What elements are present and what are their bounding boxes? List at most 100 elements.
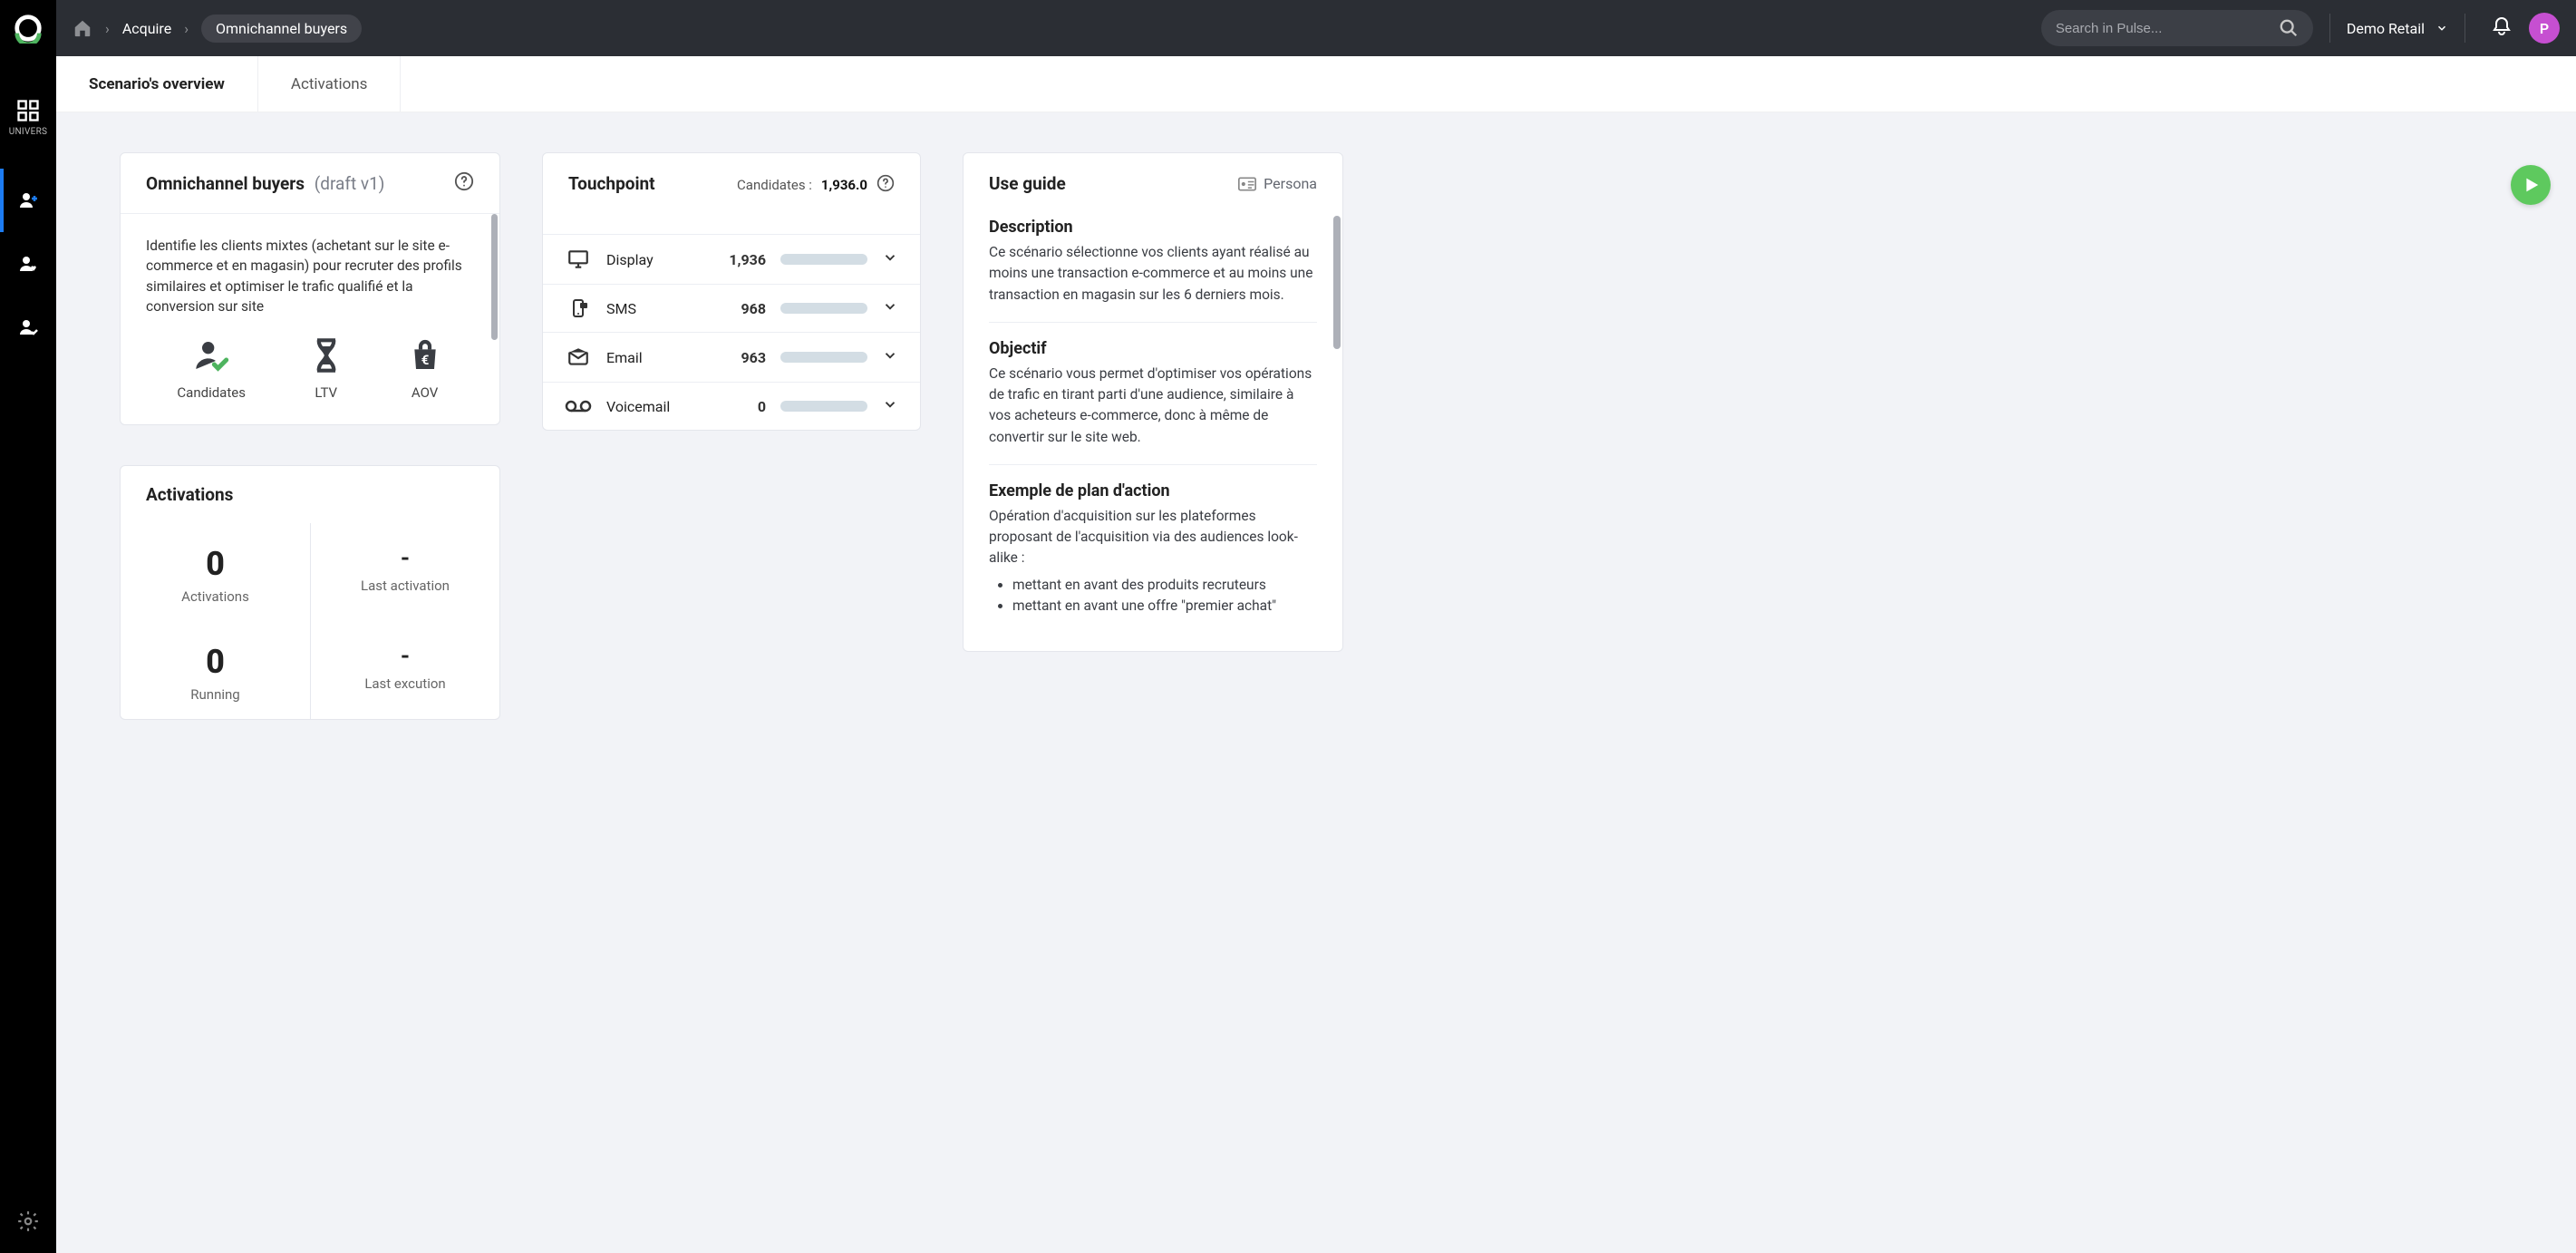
- app-logo: [13, 13, 44, 44]
- list-item: mettant en avant des produits recruteurs: [1012, 575, 1317, 596]
- chevron-down-icon: [882, 347, 898, 367]
- persona-label: Persona: [1264, 175, 1317, 192]
- activations-count: 0: [130, 545, 301, 583]
- touchpoint-name: Display: [606, 251, 697, 268]
- org-name: Demo Retail: [2347, 20, 2425, 37]
- voicemail-icon: [565, 395, 592, 417]
- touchpoint-value: 1,936: [712, 251, 766, 268]
- sidebar-settings[interactable]: [16, 1209, 40, 1237]
- search-icon: [2279, 18, 2299, 38]
- chevron-down-icon: [882, 396, 898, 416]
- chevron-down-icon: [882, 298, 898, 318]
- activations-title: Activations: [146, 484, 233, 505]
- touchpoint-bar: [780, 352, 867, 363]
- last-execution-value: -: [320, 643, 490, 670]
- touchpoint-row-voicemail[interactable]: Voicemail 0: [543, 382, 920, 430]
- section-heading: Objectif: [989, 339, 1317, 358]
- use-guide-section-objectif: Objectif Ce scénario vous permet d'optim…: [989, 339, 1317, 465]
- display-icon: [565, 248, 592, 271]
- touchpoint-card: Touchpoint Candidates : 1,936.0 Display: [542, 152, 921, 431]
- touchpoint-name: Voicemail: [606, 398, 697, 415]
- use-guide-section-description: Description Ce scénario sélectionne vos …: [989, 218, 1317, 323]
- section-heading: Exemple de plan d'action: [989, 481, 1317, 500]
- avatar[interactable]: P: [2529, 13, 2560, 44]
- activations-card: Activations 0 Activations - Last activat…: [120, 465, 500, 720]
- touchpoint-bar: [780, 401, 867, 412]
- last-execution-label: Last excution: [320, 675, 490, 692]
- touchpoint-row-display[interactable]: Display 1,936: [543, 234, 920, 284]
- sidebar-item-add-user[interactable]: [0, 169, 56, 232]
- activations-count-label: Activations: [130, 588, 301, 605]
- scrollbar[interactable]: [490, 214, 499, 424]
- search-input[interactable]: [2056, 21, 2279, 36]
- play-button[interactable]: [2511, 165, 2551, 205]
- search-box[interactable]: [2041, 10, 2313, 46]
- main-content: Omnichannel buyers (draft v1) Identifie …: [56, 112, 2576, 1253]
- touchpoint-name: SMS: [606, 300, 697, 317]
- user-plus-icon: [17, 189, 39, 211]
- touchpoint-bar: [780, 303, 867, 314]
- persona-button[interactable]: Persona: [1238, 175, 1317, 192]
- svg-text:€: €: [421, 352, 429, 368]
- touchpoint-value: 0: [712, 398, 766, 415]
- list-item: mettant en avant une offre "premier acha…: [1012, 596, 1317, 617]
- touchpoint-row-sms[interactable]: SMS 968: [543, 284, 920, 332]
- tab-activations[interactable]: Activations: [258, 56, 402, 112]
- email-icon: [565, 345, 592, 369]
- running-count: 0: [130, 643, 301, 681]
- breadcrumb-sep: ›: [105, 20, 110, 37]
- breadcrumb-link-acquire[interactable]: Acquire: [122, 20, 171, 37]
- metric-candidates: Candidates: [177, 337, 246, 401]
- avatar-initial: P: [2540, 20, 2549, 37]
- topbar: › Acquire › Omnichannel buyers Demo Reta…: [56, 0, 2576, 56]
- help-icon: [454, 171, 474, 191]
- user-check-icon: [17, 316, 39, 338]
- notifications-button[interactable]: [2491, 15, 2513, 41]
- tab-scenario-overview[interactable]: Scenario's overview: [56, 56, 258, 112]
- touchpoint-row-email[interactable]: Email 963: [543, 332, 920, 382]
- sidebar-item-univers[interactable]: UNIVERS: [0, 85, 56, 149]
- section-body: Ce scénario sélectionne vos clients ayan…: [989, 242, 1317, 306]
- section-body: Ce scénario vous permet d'optimiser vos …: [989, 364, 1317, 448]
- touchpoint-value: 963: [712, 349, 766, 366]
- help-icon: [876, 174, 895, 192]
- use-guide-title: Use guide: [989, 173, 1066, 194]
- metric-label: LTV: [315, 384, 337, 401]
- grid-icon: [15, 98, 41, 123]
- help-button[interactable]: [454, 171, 474, 195]
- scrollbar[interactable]: [1333, 216, 1341, 349]
- scenario-title-text: Omnichannel buyers: [146, 173, 305, 194]
- scenario-card: Omnichannel buyers (draft v1) Identifie …: [120, 152, 500, 425]
- user-heart-icon: [17, 253, 39, 275]
- tabs: Scenario's overview Activations: [56, 56, 2576, 112]
- candidates-label: Candidates :: [737, 177, 812, 193]
- org-selector[interactable]: Demo Retail: [2347, 20, 2448, 37]
- touchpoint-title: Touchpoint: [568, 173, 655, 194]
- breadcrumb-sep: ›: [184, 20, 189, 37]
- section-body: Opération d'acquisition sur les platefor…: [989, 506, 1317, 569]
- scenario-description: Identifie les clients mixtes (achetant s…: [146, 230, 474, 317]
- home-icon[interactable]: [73, 18, 92, 38]
- sidebar-item-favorite-user[interactable]: [0, 232, 56, 296]
- help-button[interactable]: [876, 174, 895, 196]
- touchpoint-name: Email: [606, 349, 697, 366]
- last-activation-value: -: [320, 545, 490, 572]
- breadcrumb: › Acquire › Omnichannel buyers: [73, 15, 362, 43]
- chevron-down-icon: [2436, 22, 2448, 34]
- breadcrumb-current: Omnichannel buyers: [201, 15, 362, 43]
- metric-label: AOV: [412, 384, 438, 401]
- touchpoint-bar: [780, 254, 867, 265]
- sidebar-item-check-user[interactable]: [0, 296, 56, 359]
- section-heading: Description: [989, 218, 1317, 237]
- sidebar-item-label: UNIVERS: [9, 127, 48, 137]
- play-icon: [2521, 175, 2541, 195]
- shopping-bag-euro-icon: €: [407, 337, 443, 374]
- bell-icon: [2491, 15, 2513, 37]
- hourglass-icon: [308, 337, 344, 374]
- metric-label: Candidates: [177, 384, 246, 401]
- scenario-draft-tag: (draft v1): [315, 173, 385, 194]
- use-guide-card: Use guide Persona Description Ce scénari…: [963, 152, 1343, 652]
- chevron-down-icon: [882, 249, 898, 269]
- scenario-title: Omnichannel buyers (draft v1): [146, 173, 384, 194]
- use-guide-section-plan: Exemple de plan d'action Opération d'acq…: [989, 481, 1317, 633]
